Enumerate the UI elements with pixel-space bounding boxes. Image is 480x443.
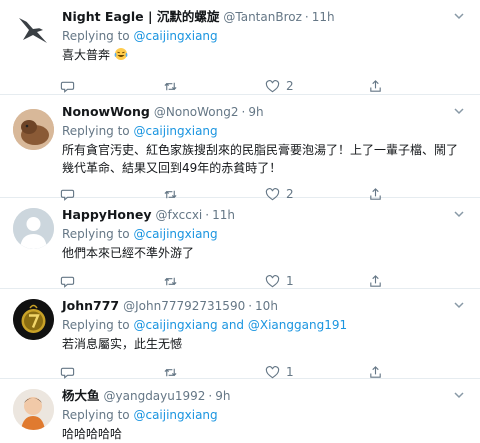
reply-timeline: Night Eagle | 沉默的螺旋 @TantanBroz · 11h Re… — [0, 0, 480, 442]
tweet-text: 他們本來已經不準外游了 — [62, 246, 195, 260]
heart-icon — [265, 79, 280, 92]
mention-link[interactable]: @caijingxiang — [133, 29, 217, 43]
replying-to: Replying to @caijingxiang — [62, 123, 470, 140]
face-with-tears-of-joy-icon — [114, 48, 128, 60]
replying-to: Replying to @caijingxiang — [62, 28, 470, 45]
like-button[interactable]: 1 — [265, 274, 368, 289]
replying-to-label: Replying to — [62, 318, 134, 332]
replying-to-label: Replying to — [62, 408, 134, 422]
display-name[interactable]: Night Eagle | 沉默的螺旋 — [62, 6, 219, 28]
user-handle[interactable]: @NonoWong2 — [154, 101, 239, 123]
avatar[interactable] — [13, 109, 54, 150]
mention-link[interactable]: @caijingxiang — [133, 408, 217, 422]
like-count: 2 — [286, 79, 294, 93]
replying-to-label: Replying to — [62, 124, 134, 138]
share-icon — [369, 365, 381, 378]
user-handle[interactable]: @TantanBroz — [223, 6, 302, 28]
separator-dot: · — [241, 105, 246, 119]
share-button[interactable] — [368, 79, 471, 94]
avatar[interactable] — [13, 389, 54, 430]
timestamp[interactable]: 11h — [312, 6, 335, 28]
seven-medallion-icon — [13, 299, 54, 340]
mention-link[interactable]: @caijingxiang — [133, 227, 217, 241]
tweet-text: 所有貪官汚吏、紅色家族搜刮來的民脂民膏要泡湯了！上了一輩子檔、鬧了幾代革命、結果… — [62, 143, 459, 175]
avatar[interactable] — [13, 208, 54, 249]
user-handle[interactable]: @yangdayu1992 — [104, 385, 206, 407]
avatar[interactable] — [13, 10, 54, 51]
reply-button[interactable] — [60, 79, 163, 94]
default-profile-icon — [13, 208, 54, 249]
eagle-logo-icon — [13, 10, 54, 51]
timestamp[interactable]: 9h — [215, 385, 230, 407]
heart-icon — [265, 365, 280, 378]
tweet[interactable]: John777 @John77792731590 · 10h Replying … — [0, 289, 480, 379]
like-count: 1 — [286, 365, 294, 379]
retweet-icon — [163, 277, 177, 285]
timestamp[interactable]: 10h — [255, 295, 278, 317]
avatar[interactable] — [13, 299, 54, 340]
tweet-header: 杨大鱼 @yangdayu1992 · 9h — [62, 385, 470, 407]
replying-to: Replying to @caijingxiang — [62, 226, 470, 243]
separator-dot: · — [208, 389, 213, 403]
replying-to-label: Replying to — [62, 227, 134, 241]
tweet-text: 若消息屬实，此生无憾 — [62, 337, 183, 351]
tweet-header: John777 @John77792731590 · 10h — [62, 295, 470, 317]
user-handle[interactable]: @John77792731590 — [123, 295, 245, 317]
retweet-button[interactable] — [163, 274, 266, 289]
tweet-header: Night Eagle | 沉默的螺旋 @TantanBroz · 11h — [62, 6, 470, 28]
replying-to-label: Replying to — [62, 29, 134, 43]
timestamp[interactable]: 9h — [248, 101, 263, 123]
mention-link[interactable]: @caijingxiang — [133, 124, 217, 138]
retweet-button[interactable] — [163, 365, 266, 380]
timestamp[interactable]: 11h — [212, 204, 235, 226]
retweet-icon — [163, 82, 177, 90]
chevron-down-icon[interactable] — [452, 207, 466, 221]
separator-dot: · — [304, 10, 309, 24]
cat-photo-icon — [13, 109, 54, 150]
like-button[interactable]: 1 — [265, 365, 368, 380]
share-icon — [369, 274, 381, 287]
display-name[interactable]: NonowWong — [62, 101, 150, 123]
tweet-header: HappyHoney @fxccxi · 11h — [62, 204, 470, 226]
mention-link[interactable]: @Xianggang191 — [248, 318, 347, 332]
tweet[interactable]: 杨大鱼 @yangdayu1992 · 9h Replying to @caij… — [0, 379, 480, 442]
retweet-icon — [163, 368, 177, 376]
separator-dot: · — [205, 208, 210, 222]
tweet[interactable]: HappyHoney @fxccxi · 11h Replying to @ca… — [0, 198, 480, 289]
heart-icon — [265, 274, 280, 287]
chevron-down-icon[interactable] — [452, 9, 466, 23]
display-name[interactable]: 杨大鱼 — [62, 385, 100, 407]
reply-button[interactable] — [60, 274, 163, 289]
tweet-text: 哈哈哈哈哈 — [62, 427, 123, 441]
like-count: 1 — [286, 274, 294, 288]
reply-icon — [60, 81, 75, 93]
replying-to: Replying to @caijingxiang and @Xianggang… — [62, 317, 470, 334]
display-name[interactable]: John777 — [62, 295, 119, 317]
reply-icon — [60, 276, 75, 288]
tweet-text: 喜大普奔 — [62, 46, 470, 64]
retweet-button[interactable] — [163, 79, 266, 94]
reply-icon — [60, 367, 75, 379]
tweet-text-content: 喜大普奔 — [62, 48, 111, 62]
share-button[interactable] — [368, 365, 471, 380]
share-button[interactable] — [368, 274, 471, 289]
chevron-down-icon[interactable] — [452, 298, 466, 312]
mention-joiner: and — [217, 318, 248, 332]
chevron-down-icon[interactable] — [452, 104, 466, 118]
display-name[interactable]: HappyHoney — [62, 204, 152, 226]
tweet-header: NonowWong @NonoWong2 · 9h — [62, 101, 470, 123]
child-photo-icon — [13, 389, 54, 430]
like-button[interactable]: 2 — [265, 79, 368, 94]
reply-button[interactable] — [60, 365, 163, 380]
mention-link[interactable]: @caijingxiang — [133, 318, 217, 332]
tweet[interactable]: NonowWong @NonoWong2 · 9h Replying to @c… — [0, 95, 480, 201]
replying-to: Replying to @caijingxiang — [62, 407, 470, 424]
share-icon — [369, 79, 381, 92]
separator-dot: · — [248, 299, 253, 313]
chevron-down-icon[interactable] — [452, 388, 466, 402]
user-handle[interactable]: @fxccxi — [156, 204, 203, 226]
tweet[interactable]: Night Eagle | 沉默的螺旋 @TantanBroz · 11h Re… — [0, 0, 480, 95]
